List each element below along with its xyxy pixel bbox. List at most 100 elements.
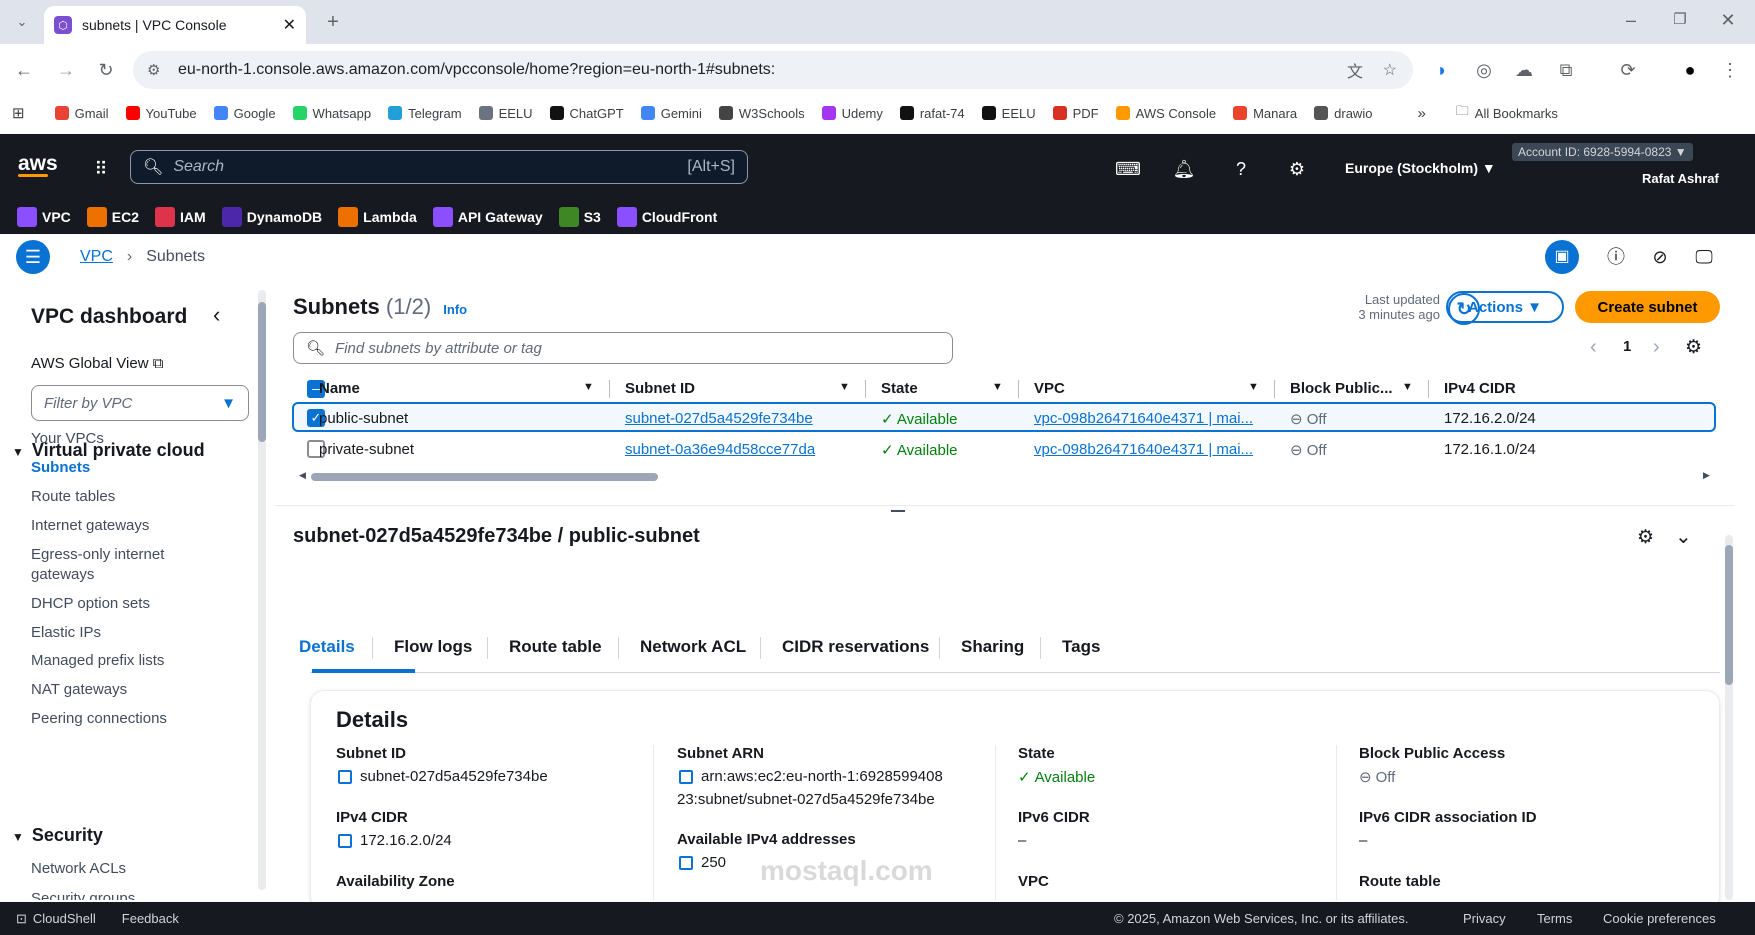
notifications-bell-icon[interactable]: 🔔︎: [1171, 156, 1197, 182]
screenshot-icon[interactable]: ◎: [1470, 56, 1498, 84]
copy-icon[interactable]: [338, 833, 352, 848]
reload-icon[interactable]: ↻: [92, 56, 120, 84]
extension-cloud-icon[interactable]: ☁: [1510, 56, 1538, 84]
favorite-service-1[interactable]: EC2: [86, 207, 139, 227]
panel-settings-icon[interactable]: ⚙: [1637, 526, 1654, 549]
favorite-service-3[interactable]: DynamoDB: [221, 207, 322, 227]
services-grid-icon[interactable]: ⠿: [88, 156, 114, 182]
read-aloud-icon[interactable]: ◗: [1428, 56, 1456, 84]
sidebar-item-network-acls[interactable]: Network ACLs: [31, 860, 126, 877]
sidebar-item-8[interactable]: Managed prefix lists: [31, 652, 164, 669]
drag-handle-icon[interactable]: [891, 510, 905, 512]
sidebar-title[interactable]: VPC dashboard: [31, 305, 187, 329]
column-header-0[interactable]: Name: [319, 380, 360, 397]
privacy-link[interactable]: Privacy: [1463, 911, 1506, 926]
bookmark-0[interactable]: Gmail: [54, 106, 109, 121]
all-bookmarks[interactable]: 🗀 All Bookmarks: [1456, 102, 1558, 124]
back-icon[interactable]: ←: [10, 56, 38, 84]
sort-caret-icon[interactable]: ▼: [992, 381, 1003, 393]
tab-sharing[interactable]: Sharing: [961, 637, 1024, 657]
collapse-sidebar-icon[interactable]: ‹: [213, 302, 220, 328]
sidebar-item-9[interactable]: NAT gateways: [31, 681, 127, 698]
bookmark-15[interactable]: drawio: [1314, 106, 1372, 121]
favorite-service-4[interactable]: Lambda: [338, 207, 417, 227]
bookmark-1[interactable]: YouTube: [125, 106, 197, 121]
browser-tab[interactable]: ⬡ subnets | VPC Console ✕: [44, 6, 306, 44]
sidebar-item-7[interactable]: Elastic IPs: [31, 624, 101, 641]
bookmark-2[interactable]: Google: [213, 106, 276, 121]
search-input[interactable]: 🔍︎ Search [Alt+S]: [130, 150, 748, 184]
bookmark-5[interactable]: EELU: [478, 106, 533, 121]
subnet-id-link[interactable]: subnet-027d5a4529fe734be: [625, 410, 813, 427]
sidebar-item-1[interactable]: Subnets: [31, 459, 90, 476]
breadcrumb-vpc[interactable]: VPC: [80, 248, 113, 266]
column-header-3[interactable]: VPC: [1034, 380, 1065, 397]
tab-network-acl[interactable]: Network ACL: [640, 637, 746, 657]
maximize-icon[interactable]: ❐: [1666, 6, 1694, 34]
tab-route-table[interactable]: Route table: [509, 637, 602, 657]
copy-icon[interactable]: [338, 769, 352, 784]
global-view-link[interactable]: AWS Global View ⧉: [31, 355, 163, 372]
sidebar-item-5[interactable]: gateways: [31, 566, 94, 583]
column-header-1[interactable]: Subnet ID: [625, 380, 695, 397]
cloudshell-link[interactable]: CloudShell: [33, 911, 96, 926]
bookmark-3[interactable]: Whatsapp: [292, 106, 371, 121]
available-ipv4-value[interactable]: 250: [679, 854, 726, 871]
bookmark-4[interactable]: Telegram: [388, 106, 462, 121]
panel-scrollbar[interactable]: [1725, 535, 1733, 900]
bookmark-7[interactable]: Gemini: [640, 106, 702, 121]
actions-btn[interactable]: Actions ▼: [1446, 291, 1564, 323]
tab-details[interactable]: Details: [299, 637, 355, 657]
vpc-link[interactable]: vpc-098b26471640e4371 | mai...: [1034, 441, 1253, 458]
minimize-icon[interactable]: –: [1617, 6, 1645, 34]
create-subnet-button[interactable]: Create subnet: [1575, 291, 1720, 323]
translate-icon[interactable]: 文: [1347, 58, 1363, 82]
region-selector[interactable]: Europe (Stockholm) ▼: [1345, 160, 1496, 176]
cloudshell-icon[interactable]: ⊡: [16, 911, 27, 927]
info-link[interactable]: Info: [443, 302, 467, 317]
prev-page-icon[interactable]: ‹: [1590, 336, 1597, 359]
favorite-service-7[interactable]: CloudFront: [616, 207, 717, 227]
bookmark-9[interactable]: Udemy: [821, 106, 883, 121]
sidebar-item-security-groups[interactable]: Security groups: [31, 890, 135, 900]
tab-tags[interactable]: Tags: [1062, 637, 1100, 657]
collapse-panel-icon[interactable]: ⌄: [1675, 524, 1692, 549]
feedback-link[interactable]: Feedback: [122, 911, 179, 926]
favorite-service-0[interactable]: VPC: [17, 207, 71, 227]
table-settings-icon[interactable]: ⚙: [1685, 336, 1702, 359]
tutorial-icon[interactable]: ⊘: [1646, 243, 1674, 271]
subnet-id-value[interactable]: subnet-027d5a4529fe734be: [338, 768, 548, 785]
favorite-service-2[interactable]: IAM: [155, 207, 206, 227]
sort-caret-icon[interactable]: ▼: [839, 381, 850, 393]
profile-avatar-icon[interactable]: ●: [1676, 56, 1704, 84]
close-tab-icon[interactable]: ✕: [283, 15, 296, 35]
vpc-link[interactable]: vpc-098b26471640e4371 | mai...: [1034, 410, 1253, 427]
page-number[interactable]: 1: [1623, 338, 1631, 355]
scroll-left-icon[interactable]: ◀: [299, 470, 306, 481]
copy-icon[interactable]: [679, 769, 693, 784]
subnet-id-link[interactable]: subnet-0a36e94d58cce77da: [625, 441, 815, 458]
split-panel-icon[interactable]: ▣: [1545, 240, 1579, 274]
bookmark-10[interactable]: rafat-74: [899, 106, 965, 121]
subnet-arn-value[interactable]: arn:aws:ec2:eu-north-1:6928599408: [679, 768, 943, 785]
next-page-icon[interactable]: ›: [1653, 336, 1660, 359]
tab-flow-logs[interactable]: Flow logs: [394, 637, 472, 657]
more-bookmarks-icon[interactable]: »: [1417, 105, 1425, 122]
sort-caret-icon[interactable]: ▼: [583, 381, 594, 393]
apps-icon[interactable]: ⊞: [12, 104, 25, 122]
settings-gear-icon[interactable]: ⚙: [1284, 156, 1310, 182]
bookmark-11[interactable]: EELU: [981, 106, 1036, 121]
sidebar-item-10[interactable]: Peering connections: [31, 710, 167, 727]
cookie-preferences-link[interactable]: Cookie preferences: [1603, 911, 1716, 926]
column-header-5[interactable]: IPv4 CIDR: [1444, 380, 1516, 397]
aws-logo[interactable]: aws: [18, 152, 58, 177]
info-panel-icon[interactable]: ⓘ: [1602, 243, 1630, 271]
copy-icon[interactable]: [679, 855, 693, 870]
sort-caret-icon[interactable]: ▼: [1402, 381, 1413, 393]
favorite-service-5[interactable]: API Gateway: [432, 207, 543, 227]
sidebar-item-0[interactable]: Your VPCs: [31, 430, 104, 447]
hamburger-menu-icon[interactable]: ☰: [16, 240, 50, 274]
bookmark-star-icon[interactable]: ☆: [1383, 60, 1397, 80]
sidebar-scrollbar[interactable]: [258, 290, 266, 890]
sidebar-item-2[interactable]: Route tables: [31, 488, 115, 505]
